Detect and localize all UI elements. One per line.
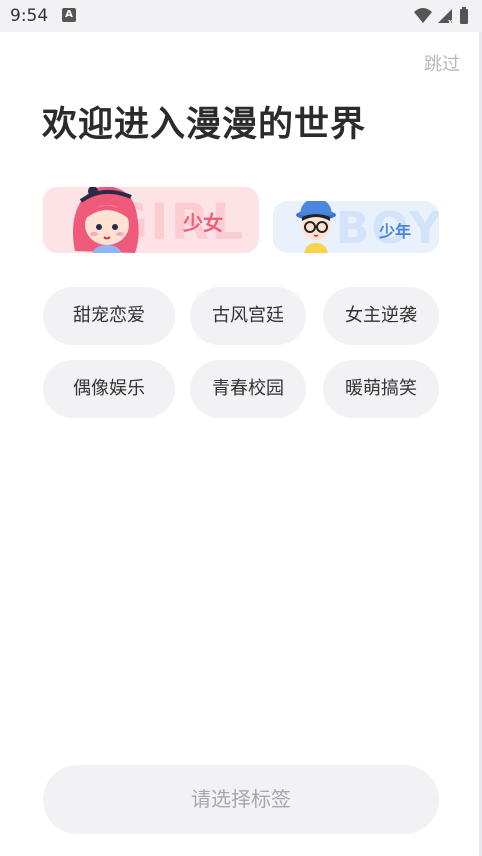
page-title: 欢迎进入漫漫的世界 — [42, 105, 367, 145]
girl-label: 少女 — [183, 211, 223, 235]
skip-button[interactable]: 跳过 — [424, 50, 460, 76]
notification-a-icon: A — [62, 8, 76, 22]
tag-chip[interactable]: 青春校园 — [190, 360, 306, 418]
tag-chip[interactable]: 偶像娱乐 — [43, 360, 175, 418]
boy-avatar-icon — [296, 201, 336, 253]
select-tags-button[interactable]: 请选择标签 — [43, 765, 439, 834]
svg-text:x: x — [448, 18, 453, 26]
status-bar: 9:54 A x — [0, 0, 482, 32]
gender-card-boy[interactable]: BOY 少年 — [273, 201, 439, 253]
gender-card-girl[interactable]: GIRL 少女 — [43, 187, 259, 253]
tag-chip[interactable]: 甜宠恋爱 — [43, 287, 175, 345]
boy-label: 少年 — [378, 222, 411, 241]
tag-chip[interactable]: 暖萌搞笑 — [323, 360, 439, 418]
tag-chip[interactable]: 女主逆袭 — [323, 287, 439, 345]
status-icons: x — [412, 6, 470, 26]
status-time: 9:54 — [10, 6, 49, 26]
wifi-icon — [414, 8, 432, 23]
girl-avatar-icon — [73, 187, 139, 253]
battery-icon — [460, 9, 468, 24]
tag-chip[interactable]: 古风宫廷 — [190, 287, 306, 345]
